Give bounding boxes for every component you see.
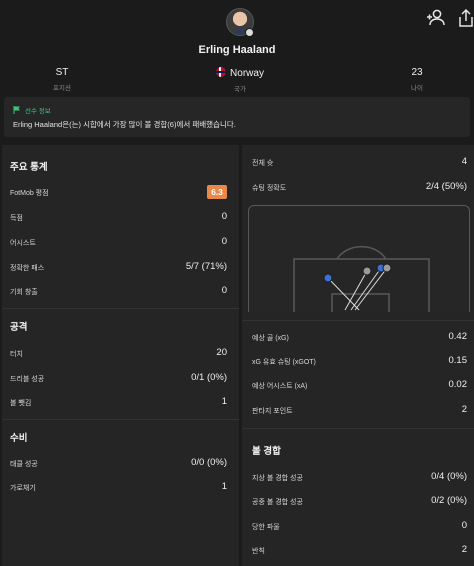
insight-heading: 선수 정보 bbox=[13, 105, 51, 115]
stat-label-accurate-passes: 정확한 패스 bbox=[10, 265, 45, 272]
player-name: Erling Haaland bbox=[198, 44, 276, 56]
age-value: 23 bbox=[411, 67, 423, 78]
stat-label-interceptions: 가로채기 bbox=[10, 485, 36, 492]
stat-label-xg: 예상 골 (xG) bbox=[252, 335, 289, 342]
country-value: Norway bbox=[230, 68, 264, 79]
country-stat: Norway 국가 bbox=[205, 67, 275, 93]
shot-trajectory bbox=[354, 267, 388, 311]
stat-label-aerial-duels: 공중 볼 경합 성공 bbox=[252, 499, 303, 506]
section-divider bbox=[2, 419, 239, 420]
stat-label-dispossessed: 볼 뺏김 bbox=[10, 400, 32, 407]
age-label: 나이 bbox=[411, 85, 423, 92]
stat-value-chances-created: 0 bbox=[221, 285, 227, 296]
stat-label-xa: 예상 어시스트 (xA) bbox=[252, 383, 308, 390]
stat-value-interceptions: 1 bbox=[221, 481, 227, 492]
stat-label-fantasy-points: 판타지 포인트 bbox=[252, 408, 293, 415]
club-badge-icon bbox=[245, 28, 254, 37]
stat-value-xg: 0.42 bbox=[448, 331, 468, 342]
stat-label-rating: FotMob 평점 bbox=[10, 190, 49, 197]
stat-label-was-fouled: 당한 파울 bbox=[252, 524, 280, 531]
follow-player-icon[interactable] bbox=[425, 8, 447, 28]
stat-value-dispossessed: 1 bbox=[221, 396, 227, 407]
stat-label-chances-created: 기회 창출 bbox=[10, 289, 38, 296]
shot-map-pitch bbox=[293, 245, 430, 312]
stat-value-assists: 0 bbox=[221, 236, 227, 247]
stat-value-tackles: 0/0 (0%) bbox=[191, 457, 227, 468]
shot-map bbox=[248, 205, 470, 312]
stat-label-shot-accuracy: 슈팅 정확도 bbox=[252, 185, 287, 192]
section-divider bbox=[2, 308, 239, 309]
flag-icon bbox=[13, 106, 20, 114]
stat-value-ground-duels: 0/4 (0%) bbox=[431, 471, 467, 482]
stat-value-xgot: 0.15 bbox=[448, 355, 468, 366]
stat-label-xgot: xG 유효 슈팅 (xGOT) bbox=[252, 359, 316, 366]
stat-value-goals: 0 bbox=[221, 211, 227, 222]
position-label: 포지션 bbox=[53, 85, 71, 92]
stat-value-xa: 0.02 bbox=[448, 379, 468, 390]
shot-trajectory bbox=[344, 270, 368, 311]
top-stats-title: 주요 통계 bbox=[10, 162, 48, 173]
shot-off-target-marker[interactable] bbox=[362, 266, 372, 276]
age-stat: 23 나이 bbox=[400, 67, 434, 92]
stat-label-total-shots: 전체 슛 bbox=[252, 160, 274, 167]
country-label: 국가 bbox=[234, 86, 246, 93]
attack-title: 공격 bbox=[10, 322, 28, 333]
penalty-box bbox=[293, 258, 430, 312]
stat-value-shot-accuracy: 2/4 (50%) bbox=[425, 181, 467, 192]
stat-label-dribbles: 드리블 성공 bbox=[10, 376, 45, 383]
insight-heading-text: 선수 정보 bbox=[25, 108, 51, 115]
penalty-arc bbox=[336, 245, 387, 260]
position-value: ST bbox=[55, 67, 69, 78]
norway-flag-icon bbox=[216, 67, 227, 77]
stat-value-total-shots: 4 bbox=[461, 156, 467, 167]
stat-value-fouls-committed: 2 bbox=[461, 544, 467, 555]
stat-label-touches: 터치 bbox=[10, 351, 23, 358]
insight-text: Erling Haaland은(는) 시합에서 가장 많이 볼 경합(6)에서 … bbox=[13, 120, 236, 129]
stat-value-touches: 20 bbox=[216, 347, 227, 358]
stat-value-fantasy-points: 2 bbox=[461, 404, 467, 415]
stat-label-tackles: 태클 성공 bbox=[10, 461, 38, 468]
player-header: Erling Haaland ST 포지션 Norway 국가 23 나이 bbox=[0, 0, 474, 96]
defence-title: 수비 bbox=[10, 433, 28, 444]
rating-badge: 6.3 bbox=[207, 185, 227, 199]
stat-label-fouls-committed: 반칙 bbox=[252, 548, 265, 555]
position-stat: ST 포지션 bbox=[42, 67, 82, 92]
shot-on-target-marker[interactable] bbox=[323, 273, 333, 283]
duels-title: 볼 경합 bbox=[252, 446, 281, 457]
stat-value-was-fouled: 0 bbox=[461, 520, 467, 531]
player-insight-card: 선수 정보 Erling Haaland은(는) 시합에서 가장 많이 볼 경합… bbox=[4, 97, 470, 137]
section-divider bbox=[242, 428, 474, 429]
stat-label-assists: 어시스트 bbox=[10, 240, 36, 247]
share-icon[interactable] bbox=[455, 8, 474, 28]
stat-label-goals: 득점 bbox=[10, 215, 23, 222]
stat-value-dribbles: 0/1 (0%) bbox=[191, 372, 227, 383]
section-divider bbox=[242, 320, 474, 321]
stat-value-accurate-passes: 5/7 (71%) bbox=[185, 261, 227, 272]
stat-label-ground-duels: 지상 볼 경합 성공 bbox=[252, 475, 303, 482]
stat-value-aerial-duels: 0/2 (0%) bbox=[431, 495, 467, 506]
shot-off-target-marker[interactable] bbox=[382, 263, 392, 273]
